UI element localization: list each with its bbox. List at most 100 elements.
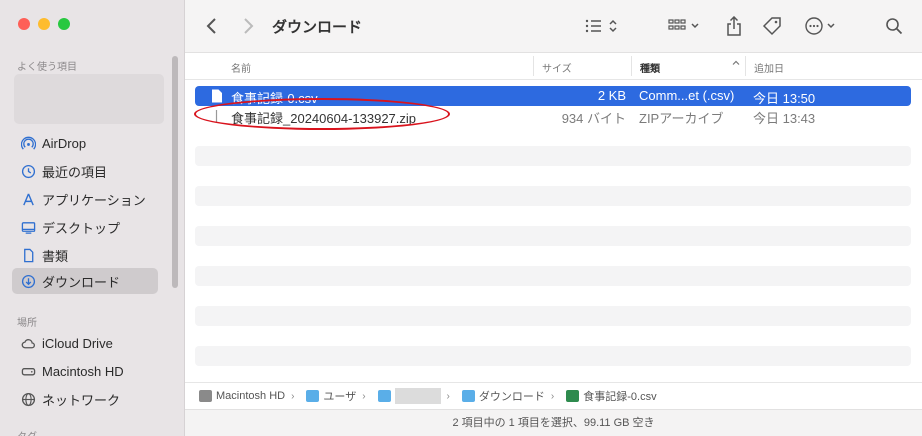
path-item-label: Macintosh HD (216, 390, 286, 402)
document-icon (20, 247, 36, 263)
share-icon (727, 16, 741, 36)
hidden-favorite-item[interactable] (14, 74, 164, 124)
path-bar: Macintosh HD › ユーザ › › ダウンロード › 食事記録-0.c… (185, 382, 922, 409)
sidebar-item-label: ネットワーク (42, 392, 121, 408)
close-window-button[interactable] (18, 18, 30, 30)
chevron-right-icon: › (550, 390, 555, 402)
sidebar-item-label: Macintosh HD (42, 363, 124, 379)
chevron-right-icon: › (446, 390, 450, 402)
group-button[interactable] (667, 14, 705, 38)
empty-row (195, 226, 911, 246)
sidebar-scrollbar[interactable] (172, 56, 178, 288)
sidebar-item-label: アプリケーション (42, 192, 146, 208)
window-title: ダウンロード (272, 19, 363, 36)
column-size-header[interactable]: サイズ (542, 60, 572, 75)
ellipsis-circle-icon (805, 17, 835, 35)
sidebar-item-applications[interactable]: アプリケーション (12, 186, 158, 212)
tag-icon (762, 17, 781, 36)
disk-icon (199, 390, 212, 402)
clock-icon (20, 163, 36, 179)
column-divider[interactable] (745, 56, 746, 76)
path-item-macintosh-hd[interactable]: Macintosh HD › (199, 390, 294, 402)
empty-row (195, 346, 911, 366)
path-item-file[interactable]: 食事記録-0.csv (566, 388, 657, 404)
path-item-label: ダウンロード (478, 391, 545, 403)
minimize-window-button[interactable] (38, 18, 50, 30)
zoom-window-button[interactable] (58, 18, 70, 30)
disk-icon (20, 363, 36, 379)
column-header: 名前 サイズ 種類 追加日 (185, 53, 922, 80)
share-button[interactable] (723, 14, 745, 38)
sidebar-item-documents[interactable]: 書類 (12, 242, 158, 268)
favorites-section-label: よく使う項目 (17, 62, 77, 73)
sidebar-item-label: ダウンロード (42, 274, 121, 290)
back-button[interactable] (201, 14, 223, 38)
column-divider[interactable] (533, 56, 534, 76)
window-controls (18, 18, 70, 30)
file-date: 今日 13:50 (753, 91, 816, 106)
redacted-username (394, 388, 441, 404)
path-item-label: ユーザ (323, 391, 357, 403)
chevron-right-icon: › (362, 390, 366, 402)
locations-section-label: 場所 (17, 318, 37, 329)
chevron-right-icon: › (291, 390, 295, 402)
finder-window: よく使う項目 AirDrop 最近の項目 アプリケーション デスクトップ 書類 … (0, 0, 922, 436)
path-item-users[interactable]: ユーザ › (306, 388, 366, 404)
toolbar: ダウンロード (185, 0, 922, 53)
search-button[interactable] (883, 14, 905, 38)
sidebar-item-label: iCloud Drive (42, 335, 113, 351)
column-date-header[interactable]: 追加日 (754, 60, 784, 75)
empty-row (195, 266, 911, 286)
sidebar-item-label: デスクトップ (42, 220, 121, 236)
sidebar-item-desktop[interactable]: デスクトップ (12, 214, 158, 240)
airdrop-icon (20, 135, 36, 151)
folder-icon (306, 390, 320, 402)
sidebar-item-label: 書類 (42, 248, 69, 264)
sidebar-item-macintosh-hd[interactable]: Macintosh HD (12, 358, 158, 384)
path-item-label: 食事記録-0.csv (583, 391, 657, 403)
view-list-button[interactable] (583, 14, 623, 38)
grid-icon (668, 19, 699, 30)
applications-icon (20, 191, 36, 207)
chevron-right-icon (244, 18, 254, 34)
sidebar-item-recents[interactable]: 最近の項目 (12, 158, 158, 184)
column-kind-header[interactable]: 種類 (640, 60, 660, 75)
empty-row (195, 306, 911, 326)
empty-row (195, 146, 911, 166)
sidebar-item-airdrop[interactable]: AirDrop (12, 130, 158, 156)
sort-chevron-up-icon (731, 58, 741, 71)
path-item-home[interactable]: › (377, 388, 450, 404)
tags-section-label: タグ (17, 428, 37, 436)
file-date: 今日 13:43 (753, 111, 816, 126)
cloud-icon (20, 335, 36, 351)
csv-file-icon (566, 390, 580, 402)
file-kind: ZIPアーカイブ (639, 111, 724, 126)
empty-row (195, 186, 911, 206)
desktop-icon (20, 219, 36, 235)
network-icon (20, 391, 36, 407)
home-folder-icon (377, 390, 391, 402)
red-highlight-annotation (194, 98, 450, 130)
forward-button[interactable] (237, 14, 259, 38)
file-size: 2 KB (597, 88, 626, 103)
sidebar: よく使う項目 AirDrop 最近の項目 アプリケーション デスクトップ 書類 … (0, 0, 185, 436)
column-divider[interactable] (631, 56, 632, 76)
downloads-folder-icon (461, 390, 475, 402)
action-menu-button[interactable] (803, 14, 841, 38)
sidebar-item-downloads[interactable]: ダウンロード (12, 268, 158, 294)
column-name-header[interactable]: 名前 (231, 60, 251, 75)
chevron-left-icon (206, 18, 216, 34)
file-icon (212, 89, 222, 103)
sidebar-item-label: 最近の項目 (42, 164, 108, 180)
path-item-downloads[interactable]: ダウンロード › (461, 388, 555, 404)
status-bar: 2 項目中の 1 項目を選択、99.11 GB 空き (185, 409, 922, 436)
file-kind: Comm...et (.csv) (639, 88, 735, 103)
list-view-icon (585, 19, 617, 33)
download-icon (20, 273, 36, 289)
file-size: 934 バイト (561, 111, 626, 126)
sidebar-item-label: AirDrop (42, 135, 87, 151)
search-icon (886, 18, 903, 35)
tag-button[interactable] (761, 14, 783, 38)
sidebar-item-network[interactable]: ネットワーク (12, 386, 158, 412)
sidebar-item-icloud-drive[interactable]: iCloud Drive (12, 330, 158, 356)
